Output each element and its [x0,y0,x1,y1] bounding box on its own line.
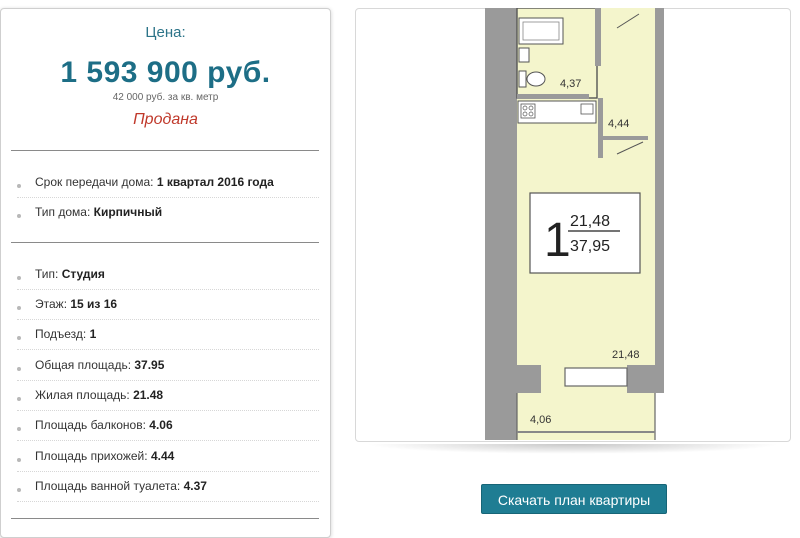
item-label: Жилая площадь: [35,388,130,402]
list-item: Площадь балконов: 4.06 [17,411,319,441]
list-item: Площадь прихожей: 4.44 [17,442,319,472]
wall-left [485,8,517,440]
item-value: 4.06 [149,418,173,432]
item-label: Этаж: [35,297,68,311]
price-per-meter: 42 000 руб. за кв. метр [112,92,219,103]
bullet-icon [17,488,21,492]
rooms-count: 1 [544,214,571,267]
item-label: Общая площадь: [35,358,132,372]
item-value: Кирпичный [93,205,163,219]
item-value: Студия [61,267,105,281]
bullet-icon [17,336,21,340]
item-label: Подъезд: [35,327,87,341]
list-item: Тип дома: Кирпичный [17,198,319,228]
list-item: Общая площадь: 37.95 [17,351,319,381]
apartment-info-panel: Цена: 1 593 900 руб. 42 000 руб. за кв. … [0,8,331,538]
bullet-icon [17,306,21,310]
item-value: 21.48 [133,388,164,402]
bullet-icon [17,458,21,462]
total-area-value: 37,95 [570,238,610,255]
room-area-label: 21,48 [612,349,640,361]
item-value: 4.37 [183,479,207,493]
bullet-icon [17,397,21,401]
hallway-area-label: 4,44 [608,118,629,130]
price-value: 1 593 900 руб. [60,56,271,89]
bullet-icon [17,276,21,280]
item-value: 15 из 16 [70,297,118,311]
wall-right-pillar [627,365,657,393]
item-label: Площадь балконов: [35,418,146,432]
list-item: Жилая площадь: 21.48 [17,381,319,411]
divider [11,242,319,243]
item-label: Тип: [35,267,59,281]
divider [11,518,319,519]
window [564,367,628,387]
wall-left-pillar [517,365,541,393]
bathroom-area-label: 4,37 [560,78,581,90]
sink-icon [518,47,530,63]
bullet-icon [17,184,21,188]
divider [11,150,319,151]
status-badge: Продана [133,111,198,128]
balcony-area-label: 4,06 [530,414,551,426]
list-item: Тип: Студия [17,260,319,290]
download-plan-button[interactable]: Скачать план квартиры [481,484,667,514]
bullet-icon [17,427,21,431]
living-area-value: 21,48 [570,213,610,230]
item-value: 4.44 [150,449,175,463]
item-value: 37.95 [134,358,165,372]
item-value: 1 квартал 2016 года [156,175,274,189]
toilet-icon [526,71,546,87]
list-item: Площадь ванной туалета: 4.37 [17,472,319,502]
list-item: Этаж: 15 из 16 [17,290,319,320]
item-label: Срок передачи дома: [35,175,154,189]
item-label: Тип дома: [35,205,91,219]
price-label: Цена: [145,24,186,41]
list-item: Срок передачи дома: 1 квартал 2016 года [17,168,319,198]
bullet-icon [17,214,21,218]
floor-plan-image: 1 21,48 37,95 4,37 4,44 21,48 4,06 [485,8,664,440]
wall-right [655,8,664,393]
bullet-icon [17,367,21,371]
list-item: Подъезд: 1 [17,320,319,350]
item-label: Площадь прихожей: [35,449,148,463]
item-value: 1 [89,327,97,341]
card-shadow [365,444,781,454]
item-label: Площадь ванной туалета: [35,479,181,493]
